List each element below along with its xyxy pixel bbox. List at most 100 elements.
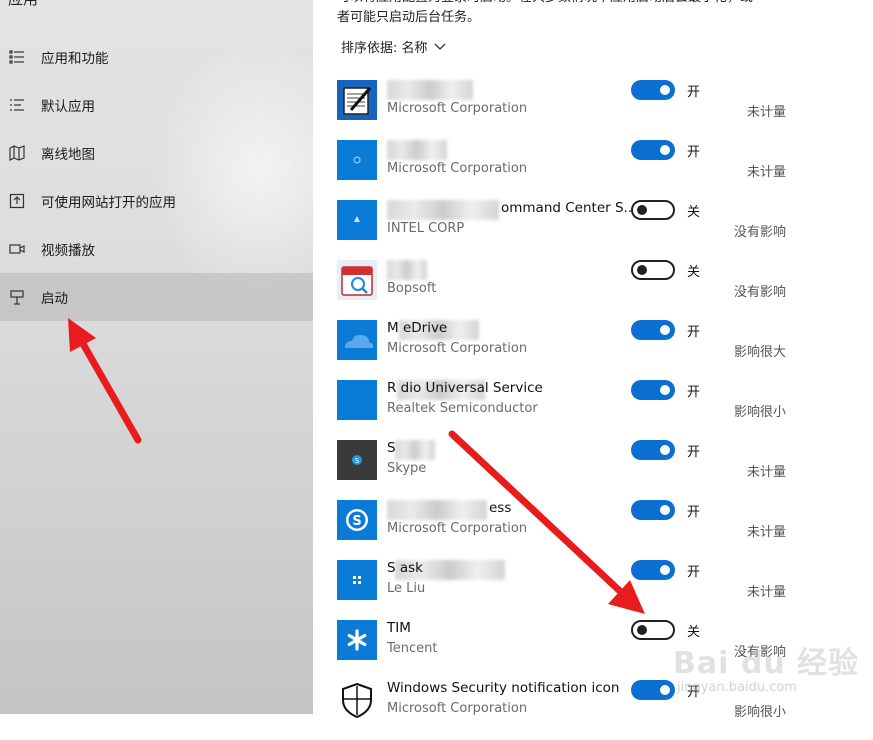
open-with-website-icon	[8, 192, 26, 210]
startup-toggle[interactable]	[631, 320, 675, 340]
app-name: S ask	[387, 560, 423, 576]
video-playback-icon	[8, 240, 26, 258]
startup-toggle[interactable]	[631, 140, 675, 160]
toggle-knob	[660, 685, 670, 695]
notepad-icon	[337, 80, 377, 120]
blue-app-icon	[337, 140, 377, 180]
app-publisher: INTEL CORP	[387, 221, 465, 236]
sidebar-item-label: 离线地图	[41, 147, 95, 163]
startup-app-row: Windows Security notification icon Micro…	[337, 680, 857, 740]
toggle-state-label: 关	[687, 625, 701, 640]
sidebar-item-label: 启动	[41, 291, 68, 307]
app-name: TIM	[387, 620, 411, 636]
sidebar-item-offline-maps[interactable]: 离线地图	[0, 129, 313, 177]
startup-toggle[interactable]	[631, 560, 675, 580]
toggle-state-label: 开	[687, 85, 701, 100]
startup-app-row: S ask Le Liu 开 未计量	[337, 560, 857, 620]
blurred-app-name	[387, 140, 447, 160]
app-publisher: Microsoft Corporation	[387, 341, 528, 356]
startup-icon	[8, 288, 26, 306]
app-name: Windows Security notification icon	[387, 680, 620, 696]
startup-impact: 未计量	[746, 105, 786, 120]
sidebar-item-apps-features[interactable]: 应用和功能	[0, 33, 313, 81]
blurred-app-name	[387, 500, 487, 520]
toggle-knob	[660, 325, 670, 335]
sidebar-item-label: 应用和功能	[41, 51, 109, 67]
app-name: M eDrive	[387, 320, 448, 336]
toggle-state-label: 开	[687, 505, 701, 520]
settings-sidebar: 应用 应用和功能 默认应用 离线地图 可使用网站打开的应用 视频播放	[0, 0, 313, 714]
startup-description: 可以将应用配置为登录时启动。在大多数情况下应用启动后会最小化，或 者可能只启动后…	[337, 0, 857, 28]
startup-impact: 影响很小	[733, 705, 786, 720]
blurred-app-name	[387, 80, 473, 100]
blurred-app-name	[387, 260, 427, 280]
app-publisher: Microsoft Corporation	[387, 101, 528, 116]
toggle-state-label: 关	[687, 265, 701, 280]
app-publisher: Le Liu	[387, 581, 426, 596]
startup-apps-panel: 可以将应用配置为登录时启动。在大多数情况下应用启动后会最小化，或 者可能只启动后…	[313, 0, 873, 720]
description-line: 者可能只启动后台任务。	[337, 10, 481, 25]
startup-toggle[interactable]	[631, 80, 675, 100]
tim-icon	[337, 620, 377, 660]
toggle-knob	[660, 145, 670, 155]
toggle-state-label: 开	[687, 565, 701, 580]
app-publisher: Bopsoft	[387, 281, 437, 296]
startup-toggle[interactable]	[631, 440, 675, 460]
toggle-knob	[660, 385, 670, 395]
realtek-icon	[337, 380, 377, 420]
sidebar-item-video-playback[interactable]: 视频播放	[0, 225, 313, 273]
startup-toggle[interactable]	[631, 500, 675, 520]
skype-small-icon: S	[337, 440, 377, 480]
sort-dropdown[interactable]: 排序依据: 名称	[341, 37, 446, 56]
sidebar-item-apps-for-websites[interactable]: 可使用网站打开的应用	[0, 177, 313, 225]
app-name: ess	[489, 500, 512, 516]
startup-toggle[interactable]	[631, 200, 675, 220]
toggle-state-label: 开	[687, 685, 701, 700]
sidebar-item-label: 视频播放	[41, 243, 95, 259]
toggle-state-label: 开	[687, 445, 701, 460]
toggle-state-label: 关	[687, 205, 701, 220]
startup-impact: 影响很大	[733, 345, 786, 360]
svg-text:S: S	[352, 514, 361, 529]
sidebar-item-startup[interactable]: 启动	[0, 273, 313, 321]
apps-list-icon	[8, 48, 26, 66]
startup-impact: 未计量	[746, 465, 786, 480]
startup-toggle[interactable]	[631, 620, 675, 640]
svg-text:S: S	[355, 457, 360, 465]
sidebar-item-default-apps[interactable]: 默认应用	[0, 81, 313, 129]
toggle-knob	[660, 505, 670, 515]
shield-icon	[337, 680, 377, 720]
startup-impact: 未计量	[746, 525, 786, 540]
startup-impact: 未计量	[746, 585, 786, 600]
intel-icon	[337, 200, 377, 240]
offline-maps-icon	[8, 144, 26, 162]
toggle-knob	[637, 625, 647, 635]
toggle-knob	[660, 565, 670, 575]
startup-app-row: Microsoft Corporation 开 未计量	[337, 140, 857, 200]
startup-app-row: Microsoft Corporation 开 未计量	[337, 80, 857, 140]
startup-impact: 影响很小	[733, 405, 786, 420]
app-publisher: Microsoft Corporation	[387, 161, 528, 176]
startup-impact: 未计量	[746, 165, 786, 180]
sidebar-title: 应用	[8, 0, 38, 9]
calendar-icon	[337, 260, 377, 300]
startup-app-row: Bopsoft 关 没有影响	[337, 260, 857, 320]
toggle-state-label: 开	[687, 145, 701, 160]
toggle-state-label: 开	[687, 325, 701, 340]
startup-toggle[interactable]	[631, 260, 675, 280]
blurred-app-name	[395, 440, 435, 460]
toggle-knob	[637, 265, 647, 275]
startup-toggle[interactable]	[631, 380, 675, 400]
sort-value: 名称	[401, 41, 428, 56]
onedrive-icon	[337, 320, 377, 360]
startup-toggle[interactable]	[631, 680, 675, 700]
startup-impact: 没有影响	[733, 285, 786, 300]
startup-app-row: M eDrive Microsoft Corporation 开 影响很大	[337, 320, 857, 380]
app-publisher: Skype	[387, 461, 427, 476]
app-name: ommand Center S...	[501, 200, 637, 216]
task-icon	[337, 560, 377, 600]
app-name: S	[387, 440, 396, 456]
description-line: 可以将应用配置为登录时启动。在大多数情况下应用启动后会最小化，或	[337, 0, 857, 8]
startup-app-row: S ess Microsoft Corporation 开 未计量	[337, 500, 857, 560]
startup-app-row: ommand Center S... INTEL CORP 关 没有影响	[337, 200, 857, 260]
